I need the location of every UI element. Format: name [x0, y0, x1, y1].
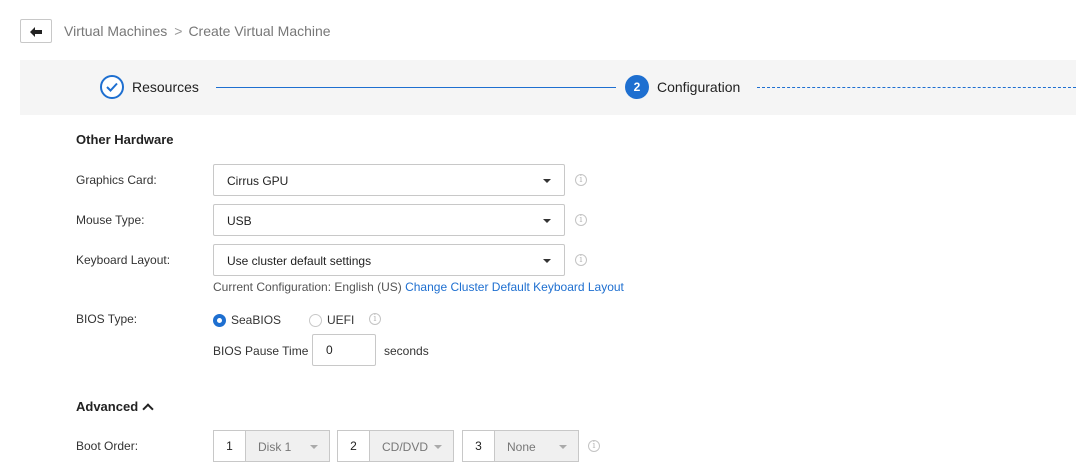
breadcrumb-separator: > — [174, 23, 183, 39]
boot-order-label: Boot Order: — [76, 439, 139, 453]
advanced-title: Advanced — [76, 399, 139, 414]
breadcrumb-parent-link[interactable]: Virtual Machines — [64, 23, 167, 39]
wizard-steps: Resources 2 Configuration — [20, 60, 1076, 115]
keyboard-layout-info-icon[interactable]: i — [575, 254, 587, 266]
mouse-type-info-icon[interactable]: i — [575, 214, 587, 226]
bios-type-label: BIOS Type: — [76, 312, 138, 326]
radio-checked-icon — [213, 313, 226, 327]
bios-type-info-icon[interactable]: i — [369, 313, 381, 325]
step-connector-done — [216, 87, 616, 88]
boot-order-slot-1: 1 Disk 1 — [213, 430, 330, 462]
keyboard-layout-label: Keyboard Layout: — [76, 253, 171, 267]
bios-pause-label: BIOS Pause Time — [213, 344, 309, 358]
boot-order-slot-3: 3 None — [462, 430, 579, 462]
top-bar: Virtual Machines > Create Virtual Machine — [0, 0, 1076, 60]
mouse-type-value: USB — [227, 214, 252, 228]
graphics-card-select[interactable]: Cirrus GPU — [213, 164, 565, 196]
back-button[interactable] — [20, 19, 52, 43]
current-configuration-text: Current Configuration: English (US) — [213, 280, 402, 294]
boot-order-select-1[interactable]: Disk 1 — [245, 430, 330, 462]
mouse-type-select[interactable]: USB — [213, 204, 565, 236]
boot-order-number: 2 — [337, 430, 369, 462]
caret-down-icon — [543, 179, 551, 183]
change-keyboard-layout-link[interactable]: Change Cluster Default Keyboard Layout — [405, 280, 624, 294]
step-connector-pending — [757, 87, 1076, 88]
radio-unchecked-icon — [309, 313, 322, 327]
bios-uefi-label: UEFI — [327, 313, 355, 327]
boot-order-value: CD/DVD — [382, 440, 429, 454]
graphics-card-value: Cirrus GPU — [227, 174, 289, 188]
step-resources-check-icon — [100, 75, 124, 99]
caret-down-icon — [543, 219, 551, 223]
boot-order-value: Disk 1 — [258, 440, 292, 454]
keyboard-layout-hint: Current Configuration: English (US) Chan… — [213, 280, 624, 294]
boot-order-select-2[interactable]: CD/DVD — [369, 430, 454, 462]
caret-down-icon — [559, 445, 567, 449]
boot-order-slot-2: 2 CD/DVD — [337, 430, 454, 462]
step-resources-label[interactable]: Resources — [132, 79, 199, 95]
chevron-up-icon — [142, 402, 154, 415]
bios-seabios-label: SeaBIOS — [231, 313, 282, 327]
keyboard-layout-value: Use cluster default settings — [227, 254, 372, 268]
boot-order-value: None — [507, 440, 536, 454]
keyboard-layout-select[interactable]: Use cluster default settings — [213, 244, 565, 276]
caret-down-icon — [543, 259, 551, 263]
boot-order-select-3[interactable]: None — [494, 430, 579, 462]
back-arrow-icon — [30, 26, 42, 37]
other-hardware-title: Other Hardware — [76, 132, 174, 147]
bios-pause-input[interactable] — [312, 334, 376, 366]
graphics-card-label: Graphics Card: — [76, 173, 157, 187]
advanced-toggle[interactable]: Advanced — [76, 399, 154, 415]
boot-order-number: 3 — [462, 430, 494, 462]
bios-seabios-radio[interactable]: SeaBIOS — [213, 312, 281, 328]
graphics-card-info-icon[interactable]: i — [575, 174, 587, 186]
caret-down-icon — [434, 445, 442, 449]
boot-order-info-icon[interactable]: i — [588, 440, 600, 452]
step-configuration-number: 2 — [625, 75, 649, 99]
caret-down-icon — [310, 445, 318, 449]
bios-uefi-radio[interactable]: UEFI — [309, 312, 354, 328]
mouse-type-label: Mouse Type: — [76, 213, 145, 227]
breadcrumb-current: Create Virtual Machine — [188, 23, 331, 39]
step-configuration-label: Configuration — [657, 79, 741, 95]
breadcrumb: Virtual Machines > Create Virtual Machine — [64, 23, 331, 39]
boot-order-number: 1 — [213, 430, 245, 462]
bios-pause-unit: seconds — [384, 344, 429, 358]
